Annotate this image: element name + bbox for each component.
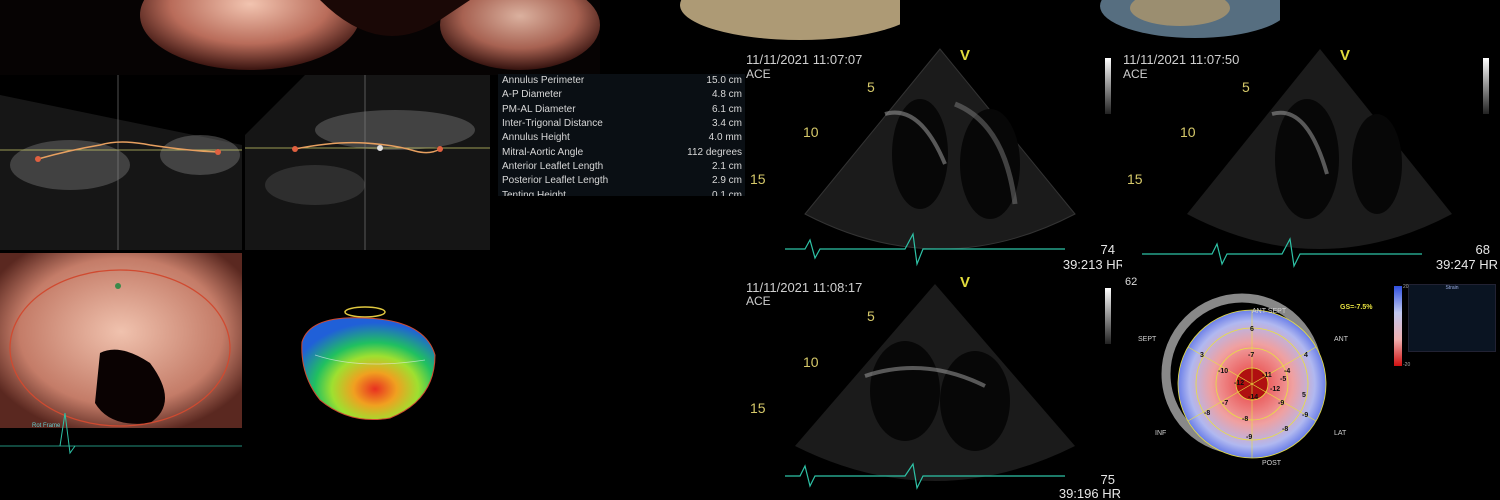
bullseye-segment-value: -14 [1248, 394, 1259, 401]
strain-scale-top: 20 [1403, 284, 1409, 290]
bullseye-label-ant-sept: ANT SEPT [1252, 308, 1287, 315]
heart-rate-value: 74 [1100, 242, 1115, 257]
depth-mark-10: 10 [803, 354, 819, 370]
annulus-rot-frame-label: Rot Frame [32, 423, 61, 429]
heart-rate-value: 75 [1100, 472, 1115, 487]
strain-legend: Strain [1408, 284, 1496, 352]
volume-render-top-3 [1100, 0, 1280, 40]
measurement-row: Posterior Leaflet Length 2.9 cm [498, 174, 746, 188]
measurement-panel: Annulus Perimeter 15.0 cm A-P Diameter 4.8 … [498, 74, 750, 196]
bullseye-segment-value: -9 [1246, 434, 1253, 441]
measurement-value: 4.0 mm [708, 132, 742, 144]
measurement-value: 15.0 cm [706, 75, 742, 87]
orientation-marker: V [960, 47, 971, 64]
mpr-slice-right[interactable] [245, 75, 490, 250]
volume-render-top [0, 0, 600, 75]
strain-color-scale [1394, 286, 1402, 366]
orientation-marker: V [1340, 47, 1351, 64]
bullseye-segment-value: -5 [1280, 376, 1287, 383]
heart-rate-detail: 39:213 HR [1062, 257, 1125, 272]
grayscale-bar-2 [1483, 58, 1489, 114]
bullseye-segment-value: -9 [1302, 412, 1309, 419]
measurement-value: 2.1 cm [711, 160, 742, 172]
echo-timestamp: 11/11/2021 11:07:50 [1123, 52, 1240, 67]
echo-preset-label: ACE [746, 294, 771, 308]
bullseye-segment-value: 4 [1304, 352, 1308, 359]
echo-view-1[interactable]: 11/11/2021 11:07:07 ACE V 5 10 15 74 39:… [745, 44, 1125, 274]
depth-mark-15: 15 [750, 400, 766, 416]
heart-rate-detail: 39:247 HR [1435, 257, 1498, 272]
echo-view-3[interactable]: 11/11/2021 11:08:17 ACE V 5 10 15 75 39:… [745, 276, 1125, 500]
bullseye-segment-value: -4 [1284, 368, 1291, 375]
volume-render-top-2 [680, 0, 900, 42]
bullseye-panel[interactable]: 62 GS=-7.5% 6 3 4 -7 -10 -4 -5 -12 -11 -14 -7 -8 -12… [1122, 276, 1500, 500]
legend-row [1409, 291, 1495, 297]
measurement-row: A-P Diameter 4.8 cm [498, 88, 746, 102]
depth-mark-15: 15 [750, 171, 766, 187]
measurement-row: Inter-Trigonal Distance 3.4 cm [498, 117, 746, 131]
bullseye-segment-value: -12 [1270, 386, 1281, 393]
bullseye-label-inf: INF [1155, 430, 1167, 437]
bullseye-segment-value: -7 [1248, 352, 1255, 359]
echo-timestamp: 11/11/2021 11:07:07 [746, 52, 863, 67]
measurement-label: Posterior Leaflet Length [502, 175, 609, 187]
measurement-label: Mitral-Aortic Angle [502, 146, 584, 158]
grayscale-bar-1 [1105, 58, 1111, 114]
measurement-label: PM-AL Diameter [502, 103, 576, 115]
echo-timestamp: 11/11/2021 11:08:17 [746, 280, 863, 295]
bullseye-segment-value: -8 [1242, 416, 1249, 423]
mpr-slice-left[interactable] [0, 75, 242, 250]
heart-rate-value: 68 [1475, 242, 1490, 257]
measurement-label: Anterior Leaflet Length [502, 160, 604, 172]
echo-preset-label: ACE [1123, 67, 1148, 81]
measurement-label: Annulus Perimeter [502, 75, 585, 87]
bullseye-segment-value: -10 [1218, 368, 1229, 375]
measurement-row: Mitral-Aortic Angle 112 degrees [498, 145, 746, 159]
measurement-label: A-P Diameter [502, 89, 562, 101]
grayscale-bar-3 [1105, 288, 1111, 344]
bullseye-segment-value: 5 [1302, 392, 1306, 399]
depth-mark-5: 5 [1242, 79, 1250, 95]
bullseye-segment-value: -11 [1262, 372, 1272, 379]
orientation-marker: V [960, 276, 971, 291]
bullseye-label-sept: SEPT [1138, 336, 1157, 343]
echo-preset-label: ACE [746, 67, 771, 81]
bullseye-label-lat: LAT [1334, 430, 1347, 437]
depth-mark-15: 15 [1127, 171, 1143, 187]
measurement-row: Annulus Height 4.0 mm [498, 131, 746, 145]
bullseye-segment-value: -9 [1278, 400, 1285, 407]
annulus-3d-view[interactable]: Rot Frame [0, 253, 242, 463]
bullseye-segment-value: -12 [1234, 380, 1245, 387]
measurement-row: Tenting Height 0.1 cm [498, 188, 746, 196]
measurement-label: Inter-Trigonal Distance [502, 118, 603, 130]
measurement-table: Annulus Perimeter 15.0 cm A-P Diameter 4.8 … [498, 74, 746, 196]
measurement-value: 3.4 cm [711, 118, 742, 130]
measurement-label: Tenting Height [502, 189, 566, 196]
depth-mark-5: 5 [867, 308, 875, 324]
bullseye-segment-value: 6 [1250, 326, 1254, 333]
bullseye-label-ant: ANT [1334, 336, 1348, 343]
measurement-value: 4.8 cm [711, 89, 742, 101]
measurement-value: 0.1 cm [711, 189, 742, 196]
bullseye-label-post: POST [1262, 460, 1282, 467]
measurement-label: Annulus Height [502, 132, 570, 144]
measurement-value: 112 degrees [687, 146, 742, 158]
measurement-row: Annulus Perimeter 15.0 cm [498, 74, 746, 88]
bullseye-segment-value: -8 [1204, 410, 1211, 417]
strain-scale-bottom: -20 [1403, 362, 1411, 368]
measurement-value: 2.9 cm [711, 175, 742, 187]
heart-rate-detail: 39:196 HR [1058, 486, 1121, 500]
measurement-value: 6.1 cm [711, 103, 742, 115]
bullseye-segment-value: -7 [1222, 400, 1229, 407]
depth-mark-10: 10 [803, 124, 819, 140]
echo-view-2[interactable]: 11/11/2021 11:07:50 ACE V 5 10 15 68 39:… [1122, 44, 1500, 274]
bullseye-segment-value: -8 [1282, 426, 1289, 433]
strain-3d-dome[interactable] [290, 300, 450, 430]
depth-mark-5: 5 [867, 79, 875, 95]
measurement-row: PM-AL Diameter 6.1 cm [498, 103, 746, 117]
depth-mark-10: 10 [1180, 124, 1196, 140]
measurement-row: Anterior Leaflet Length 2.1 cm [498, 160, 746, 174]
bullseye-segment-value: 3 [1200, 352, 1204, 359]
